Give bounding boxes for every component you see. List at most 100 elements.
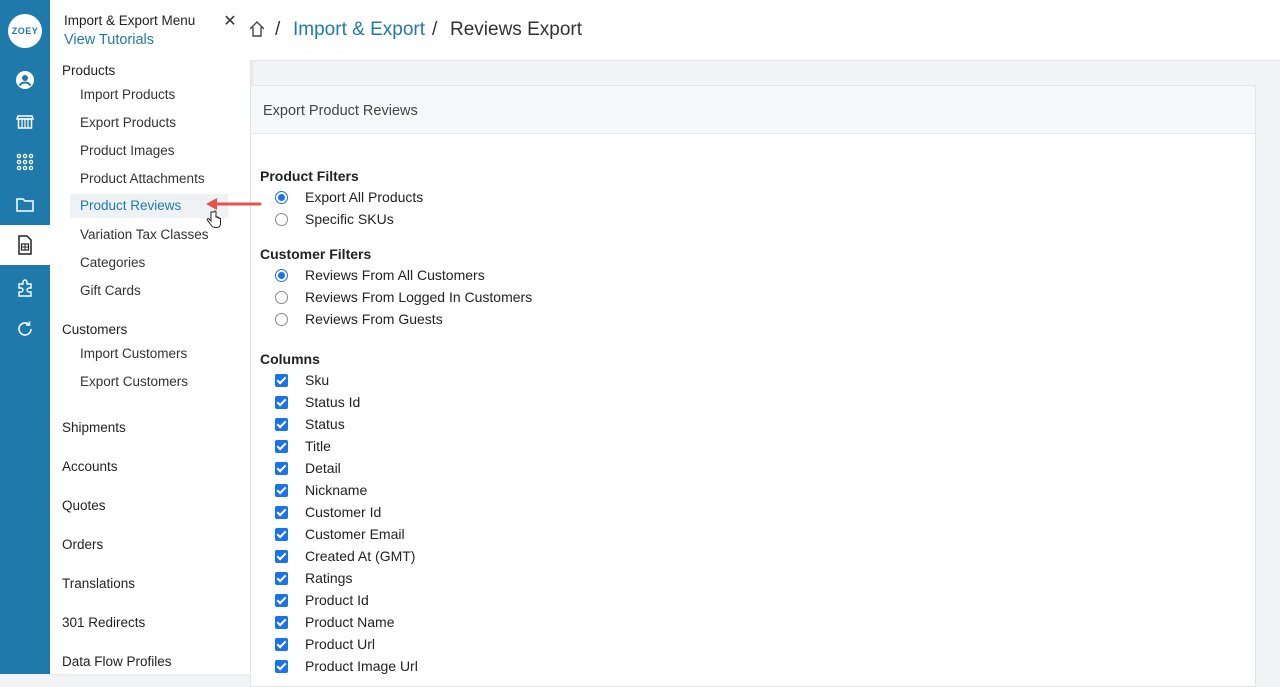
icon-rail: ZOEY <box>0 0 50 674</box>
menu-item-accounts[interactable]: Accounts <box>62 459 118 474</box>
breadcrumb-import-export-link[interactable]: Import & Export <box>293 19 425 41</box>
checkbox[interactable] <box>275 395 288 409</box>
checkbox[interactable] <box>275 659 288 673</box>
checkbox-column[interactable]: Customer Id <box>275 503 381 521</box>
checkbox-column[interactable]: Title <box>275 437 331 455</box>
radio-reviews-guests[interactable]: Reviews From Guests <box>275 310 443 328</box>
breadcrumb-current: Reviews Export <box>450 19 582 40</box>
product-filters-heading: Product Filters <box>260 168 359 184</box>
menu-title: Import & Export Menu <box>64 13 196 28</box>
checkbox-column[interactable]: Sku <box>275 371 329 389</box>
checkbox-label[interactable]: Detail <box>305 459 341 477</box>
checkbox-column[interactable]: Status <box>275 415 345 433</box>
radio-label[interactable]: Reviews From Logged In Customers <box>305 288 532 306</box>
menu-item-data-flow-profiles[interactable]: Data Flow Profiles <box>62 654 172 669</box>
checkbox[interactable] <box>275 483 288 497</box>
radio-button[interactable] <box>275 290 288 304</box>
menu-item-301-redirects[interactable]: 301 Redirects <box>62 615 145 630</box>
radio-label[interactable]: Reviews From All Customers <box>305 266 485 284</box>
radio-specific-skus[interactable]: Specific SKUs <box>275 210 394 228</box>
export-reviews-card: Export Product Reviews Product Filters E… <box>250 85 1256 687</box>
checkbox[interactable] <box>275 549 288 563</box>
checkbox-label[interactable]: Sku <box>305 371 329 389</box>
radio-label[interactable]: Reviews From Guests <box>305 310 443 328</box>
checkbox-label[interactable]: Customer Email <box>305 525 405 543</box>
checkbox-label[interactable]: Product Name <box>305 613 394 631</box>
checkbox-column[interactable]: Status Id <box>275 393 360 411</box>
checkbox-column[interactable]: Product Id <box>275 591 369 609</box>
card-title: Export Product Reviews <box>263 103 418 119</box>
view-tutorials-link[interactable]: View Tutorials <box>64 32 154 48</box>
menu-item-product-attachments[interactable]: Product Attachments <box>80 171 205 186</box>
puzzle-icon[interactable] <box>0 268 50 308</box>
checkbox-label[interactable]: Product Image Url <box>305 657 418 675</box>
spreadsheet-icon[interactable] <box>0 225 50 265</box>
checkbox[interactable] <box>275 439 288 453</box>
checkbox-label[interactable]: Nickname <box>305 481 367 499</box>
menu-item-import-products[interactable]: Import Products <box>80 87 175 102</box>
checkbox[interactable] <box>275 417 288 431</box>
checkbox-label[interactable]: Product Id <box>305 591 369 609</box>
radio-button[interactable] <box>275 268 288 282</box>
checkbox-column[interactable]: Nickname <box>275 481 367 499</box>
radio-button[interactable] <box>275 312 288 326</box>
checkbox[interactable] <box>275 571 288 585</box>
checkbox-label[interactable]: Product Url <box>305 635 375 653</box>
menu-item-orders[interactable]: Orders <box>62 537 103 552</box>
menu-item-product-images[interactable]: Product Images <box>80 143 175 158</box>
checkbox-column[interactable]: Product Name <box>275 613 394 631</box>
menu-section-customers[interactable]: Customers <box>62 322 127 337</box>
checkbox[interactable] <box>275 593 288 607</box>
checkbox-column[interactable]: Created At (GMT) <box>275 547 415 565</box>
card-header: Export Product Reviews <box>251 86 1255 134</box>
menu-item-categories[interactable]: Categories <box>80 255 145 270</box>
radio-export-all-products[interactable]: Export All Products <box>275 188 423 206</box>
import-export-menu: Import & Export Menu View Tutorials ✕ Pr… <box>50 0 250 674</box>
checkbox[interactable] <box>275 527 288 541</box>
checkbox[interactable] <box>275 505 288 519</box>
menu-item-variation-tax-classes[interactable]: Variation Tax Classes <box>80 227 209 242</box>
checkbox[interactable] <box>275 461 288 475</box>
checkbox[interactable] <box>275 373 288 387</box>
checkbox[interactable] <box>275 637 288 651</box>
menu-item-export-customers[interactable]: Export Customers <box>80 374 188 389</box>
checkbox-label[interactable]: Ratings <box>305 569 352 587</box>
close-icon[interactable]: ✕ <box>222 11 238 31</box>
radio-reviews-all-customers[interactable]: Reviews From All Customers <box>275 266 485 284</box>
breadcrumb-separator: / <box>432 19 438 40</box>
radio-label[interactable]: Specific SKUs <box>305 210 394 228</box>
menu-section-products[interactable]: Products <box>62 63 115 78</box>
checkbox-column[interactable]: Detail <box>275 459 341 477</box>
menu-item-translations[interactable]: Translations <box>62 576 135 591</box>
checkbox-column[interactable]: Customer Email <box>275 525 405 543</box>
menu-item-export-products[interactable]: Export Products <box>80 115 176 130</box>
radio-button[interactable] <box>275 190 288 204</box>
checkbox-label[interactable]: Status <box>305 415 345 433</box>
menu-item-import-customers[interactable]: Import Customers <box>80 346 187 361</box>
menu-item-gift-cards[interactable]: Gift Cards <box>80 283 141 298</box>
checkbox-column[interactable]: Product Url <box>275 635 375 653</box>
checkbox-column[interactable]: Product Image Url <box>275 657 418 675</box>
storefront-icon[interactable] <box>0 101 50 141</box>
checkbox-label[interactable]: Created At (GMT) <box>305 547 415 565</box>
checkbox-label[interactable]: Customer Id <box>305 503 381 521</box>
menu-item-shipments[interactable]: Shipments <box>62 420 126 435</box>
zoey-logo[interactable]: ZOEY <box>8 14 42 48</box>
folder-icon[interactable] <box>0 185 50 225</box>
menu-item-quotes[interactable]: Quotes <box>62 498 106 513</box>
checkbox-column[interactable]: Ratings <box>275 569 352 587</box>
customer-filters-heading: Customer Filters <box>260 246 372 262</box>
page-header: / Import & Export / Reviews Export <box>250 0 1280 61</box>
hand-cursor-icon <box>206 210 221 228</box>
checkbox-label[interactable]: Status Id <box>305 393 360 411</box>
breadcrumb-separator: / <box>275 19 281 40</box>
home-icon[interactable] <box>250 20 264 38</box>
checkbox[interactable] <box>275 615 288 629</box>
radio-label[interactable]: Export All Products <box>305 188 423 206</box>
apps-grid-icon[interactable] <box>0 142 50 182</box>
radio-reviews-logged-in[interactable]: Reviews From Logged In Customers <box>275 288 532 306</box>
radio-button[interactable] <box>275 212 288 226</box>
user-icon[interactable] <box>0 60 50 100</box>
sync-icon[interactable] <box>0 309 50 349</box>
checkbox-label[interactable]: Title <box>305 437 331 455</box>
